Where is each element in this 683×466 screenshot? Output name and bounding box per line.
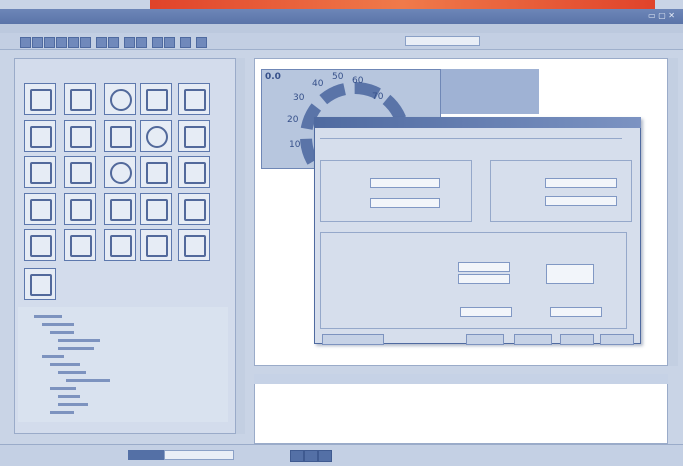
gauge-tick: 10 — [289, 140, 301, 150]
save-icon[interactable] — [44, 37, 55, 48]
palette-title — [18, 61, 68, 69]
project-tree[interactable] — [18, 307, 228, 422]
alarm-object-icon[interactable] — [24, 193, 56, 225]
valve-object-icon[interactable] — [178, 156, 210, 188]
general-group — [320, 160, 472, 222]
gauge-tick: 70 — [372, 92, 384, 102]
gauge-tick: 30 — [293, 93, 305, 103]
splitter-scrollbar[interactable] — [236, 58, 245, 434]
grid-icon[interactable] — [180, 37, 191, 48]
ok-button[interactable] — [466, 334, 504, 345]
left-panel-tabs[interactable] — [14, 434, 236, 444]
range-max-field[interactable] — [458, 274, 510, 284]
tree-node[interactable] — [58, 339, 100, 342]
cancel-button[interactable] — [514, 334, 552, 345]
new-icon[interactable] — [20, 37, 31, 48]
lock-object-icon[interactable] — [140, 156, 172, 188]
copy-icon[interactable] — [80, 37, 91, 48]
status-toggle-2[interactable] — [304, 450, 318, 462]
line-object-icon[interactable] — [24, 156, 56, 188]
chart-object-icon[interactable] — [64, 120, 96, 152]
meter-object-icon[interactable] — [24, 229, 56, 261]
menu-bar — [0, 24, 683, 33]
address-field-2[interactable] — [545, 196, 617, 206]
output-tabs[interactable] — [254, 374, 668, 384]
multi-state-object-icon[interactable] — [24, 268, 56, 300]
title-bar: ▭ ▢ ✕ — [0, 9, 683, 24]
list-object-icon[interactable] — [104, 229, 136, 261]
help-icon[interactable] — [196, 37, 207, 48]
tree-node[interactable] — [34, 315, 62, 318]
status-toggle-1[interactable] — [290, 450, 304, 462]
open-icon[interactable] — [32, 37, 43, 48]
apply-button[interactable] — [560, 334, 594, 345]
zoom-slider[interactable] — [128, 450, 164, 460]
dialog-tabs[interactable] — [320, 130, 622, 139]
tree-node[interactable] — [50, 363, 80, 366]
bar-object-icon[interactable] — [64, 156, 96, 188]
print-icon[interactable] — [56, 37, 67, 48]
ellipse-object-icon[interactable] — [140, 120, 172, 152]
gauge-tick: 60 — [352, 76, 364, 86]
tree-node[interactable] — [50, 331, 74, 334]
gauge-tick: 20 — [287, 115, 299, 125]
toggle-object-icon[interactable] — [140, 83, 172, 115]
help-button[interactable] — [322, 334, 384, 345]
option-field-2[interactable] — [550, 307, 602, 317]
redo-icon[interactable] — [108, 37, 119, 48]
toolbar-combo[interactable] — [405, 36, 480, 46]
gauge-tick: 40 — [312, 79, 324, 89]
range-min-field[interactable] — [458, 262, 510, 272]
text-field-1[interactable] — [370, 178, 440, 188]
status-toggle-3[interactable] — [318, 450, 332, 462]
option-field-1[interactable] — [460, 307, 512, 317]
tree-node[interactable] — [42, 355, 64, 358]
undo-icon[interactable] — [96, 37, 107, 48]
tree-node[interactable] — [58, 395, 80, 398]
gauge-object-icon[interactable] — [104, 156, 136, 188]
zoom-out-icon[interactable] — [164, 37, 175, 48]
align-icon[interactable] — [124, 37, 135, 48]
address-group — [490, 160, 632, 222]
cut-icon[interactable] — [68, 37, 79, 48]
pipe-object-icon[interactable] — [178, 120, 210, 152]
status-bar — [0, 444, 683, 466]
symbol-object-icon[interactable] — [104, 120, 136, 152]
zoom-value-field[interactable] — [164, 450, 234, 460]
bottle-object-icon[interactable] — [140, 229, 172, 261]
more-button[interactable] — [600, 334, 634, 345]
frame-object-icon[interactable] — [64, 229, 96, 261]
address-field-1[interactable] — [545, 178, 617, 188]
gauge-value: 0.0 — [265, 72, 281, 82]
range-display-field[interactable] — [546, 264, 594, 284]
header-banner — [150, 0, 655, 9]
text-field-2[interactable] — [370, 198, 440, 208]
tank-object-icon[interactable] — [178, 229, 210, 261]
table-object-icon[interactable] — [104, 193, 136, 225]
dial-object-icon[interactable] — [178, 193, 210, 225]
tree-node[interactable] — [42, 323, 74, 326]
tree-node[interactable] — [58, 371, 86, 374]
canvas-scrollbar[interactable] — [668, 58, 678, 366]
toolbar — [0, 33, 683, 50]
tree-node[interactable] — [50, 411, 74, 414]
recipe-object-icon[interactable] — [140, 193, 172, 225]
tree-node[interactable] — [58, 403, 88, 406]
gauge-tick: 50 — [332, 72, 344, 82]
tree-node[interactable] — [66, 379, 110, 382]
window-controls-icon[interactable]: ▭ ▢ ✕ — [648, 11, 675, 20]
bitmap-object-icon[interactable] — [24, 120, 56, 152]
distribute-icon[interactable] — [136, 37, 147, 48]
image-object-icon[interactable] — [104, 83, 136, 115]
text-object-icon[interactable] — [64, 83, 96, 115]
tree-node[interactable] — [50, 387, 76, 390]
tree-node[interactable] — [58, 347, 94, 350]
trend-object-icon[interactable] — [64, 193, 96, 225]
output-panel — [254, 374, 668, 444]
button-object-icon[interactable] — [24, 83, 56, 115]
slider-object-icon[interactable] — [178, 83, 210, 115]
gauge-secondary-object[interactable] — [441, 69, 539, 114]
dialog-title-bar — [314, 117, 641, 128]
zoom-in-icon[interactable] — [152, 37, 163, 48]
